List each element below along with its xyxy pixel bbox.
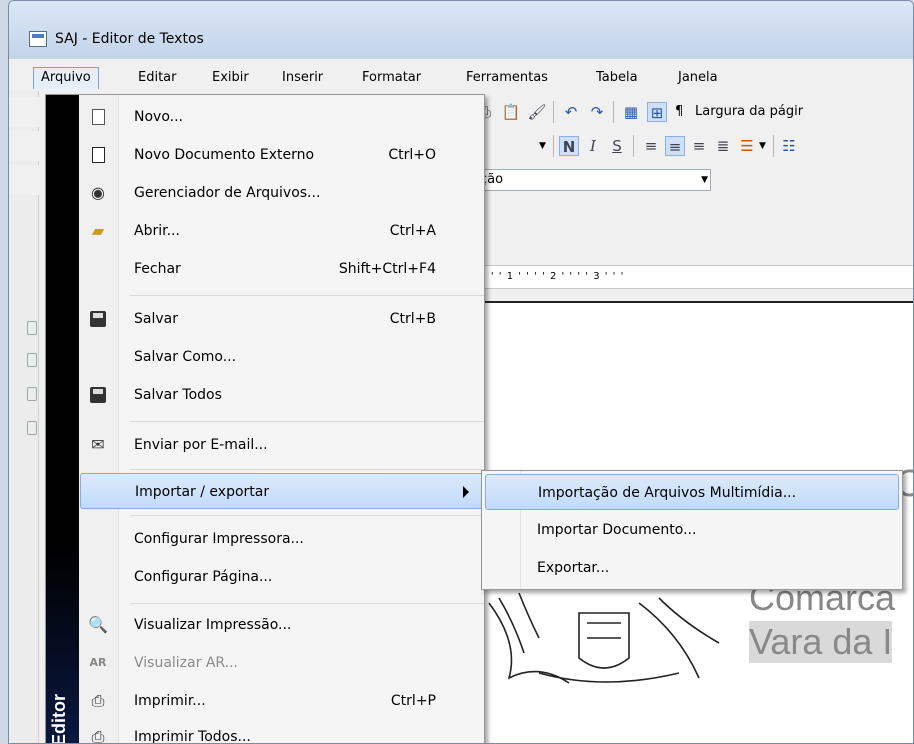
menu-sidebar-banner: Editor (46, 95, 79, 744)
menu-separator (130, 469, 484, 470)
menu-exibir[interactable]: Exibir (205, 67, 256, 89)
save-all-icon (88, 385, 108, 405)
menu-item-imprimir-todos[interactable]: ⎙ Imprimir Todos... (80, 719, 484, 744)
submenu-arrow-icon (463, 486, 469, 498)
menu-item-salvar[interactable]: Salvar Ctrl+B (80, 301, 484, 337)
app-window: SAJ - Editor de Textos Arquivo Editar Ex… (8, 0, 914, 744)
font-size-dropdown-icon[interactable]: ▼ (539, 136, 546, 156)
email-icon: ✉ (91, 435, 105, 454)
printer-icon: ⎙ (91, 691, 105, 710)
menu-item-imprimir[interactable]: ⎙ Imprimir... Ctrl+P (80, 683, 484, 719)
menu-separator (130, 295, 484, 296)
ruler-ticks: ' ' ' ' 1 ' ' ' ' 2 ' ' ' ' 3 ' ' ' (475, 271, 625, 282)
format-painter-icon[interactable]: 🖌 (527, 102, 547, 122)
blank-page-icon (88, 145, 108, 165)
submenu-item-importar-documento[interactable]: Importar Documento... (485, 512, 899, 548)
submenu-item-importacao-multimidia[interactable]: Importação de Arquivos Multimídia... (485, 474, 899, 510)
horizontal-ruler[interactable]: ' ' ' ' 1 ' ' ' ' 2 ' ' ' ' 3 ' ' ' (475, 265, 913, 289)
open-folder-icon: ▰ (91, 221, 105, 240)
ar-icon: AR (89, 656, 107, 669)
title-bar: SAJ - Editor de Textos (9, 1, 913, 59)
bold-button[interactable]: N (559, 136, 579, 156)
redo-icon[interactable]: ↷ (587, 102, 607, 122)
menu-separator (130, 603, 484, 604)
line-spacing-dropdown-icon[interactable]: ▼ (759, 136, 766, 156)
menu-item-abrir[interactable]: ▰ Abrir... Ctrl+A (80, 213, 484, 249)
menu-item-salvar-todos[interactable]: Salvar Todos (80, 377, 484, 413)
italic-button[interactable]: I (583, 136, 603, 156)
line-spacing-icon[interactable]: ☰ (737, 136, 757, 156)
window-title: SAJ - Editor de Textos (55, 31, 204, 47)
menu-item-novo[interactable]: Novo... (80, 99, 484, 135)
menu-item-enviar-por-email[interactable]: ✉ Enviar por E-mail... (80, 427, 484, 463)
menu-ferramentas[interactable]: Ferramentas (459, 67, 555, 89)
submenu-item-exportar[interactable]: Exportar... (485, 550, 899, 586)
bullet-list-icon[interactable]: ☷ (779, 136, 799, 156)
menu-editar[interactable]: Editar (131, 67, 184, 89)
menu-item-novo-documento-externo[interactable]: Novo Documento Externo Ctrl+O (80, 137, 484, 173)
sidebar-label: Editor (49, 694, 69, 744)
style-combo[interactable]: ção ▼ (475, 169, 711, 191)
menu-janela[interactable]: Janela (671, 67, 725, 89)
menu-bar: Arquivo Editar Exibir Inserir Formatar F… (9, 63, 913, 89)
menu-tabela[interactable]: Tabela (589, 67, 645, 89)
strip-marker (27, 421, 37, 435)
coat-of-arms-image (488, 592, 720, 684)
menu-item-salvar-como[interactable]: Salvar Como... (80, 339, 484, 375)
menu-item-visualizar-impressao[interactable]: 🔍 Visualizar Impressão... (80, 607, 484, 643)
binoculars-icon: ◉ (91, 183, 105, 202)
menu-item-visualizar-ar: AR Visualizar AR... (89, 655, 238, 671)
page-width-label[interactable]: Largura da págir (695, 102, 803, 122)
table-icon[interactable]: ▦ (621, 102, 641, 122)
menu-formatar[interactable]: Formatar (355, 67, 428, 89)
pilcrow-icon[interactable]: ¶ (675, 102, 683, 122)
strip-marker (27, 321, 37, 335)
justify-icon[interactable]: ≣ (713, 136, 733, 156)
doc-text-line4: Vara da I (749, 621, 893, 663)
menu-item-importar-exportar[interactable]: Importar / exportar (80, 473, 484, 509)
print-preview-icon: 🔍 (88, 615, 108, 634)
strip-marker (27, 353, 37, 367)
undo-icon[interactable]: ↶ (561, 102, 581, 122)
importar-exportar-submenu: Importação de Arquivos Multimídia... Imp… (481, 470, 903, 590)
app-icon[interactable] (29, 31, 47, 47)
new-document-icon (88, 107, 108, 127)
chevron-down-icon[interactable]: ▼ (701, 170, 708, 190)
menu-item-fechar[interactable]: Fechar Shift+Ctrl+F4 (80, 251, 484, 287)
menu-arquivo[interactable]: Arquivo (33, 67, 99, 89)
menu-item-configurar-pagina[interactable]: Configurar Página... (80, 559, 484, 595)
paste-icon[interactable]: 📋 (501, 102, 521, 122)
menu-item-configurar-impressora[interactable]: Configurar Impressora... (80, 521, 484, 557)
print-all-icon: ⎙ (91, 727, 105, 744)
align-left-icon[interactable]: ≡ (641, 136, 661, 156)
grid-toggle-icon[interactable]: ⊞ (647, 102, 667, 122)
arquivo-menu: Editor Novo... Novo Documento Externo Ct… (45, 94, 485, 744)
menu-separator (130, 515, 484, 516)
strip-marker (27, 387, 37, 401)
align-center-icon[interactable]: ≡ (665, 136, 685, 156)
menu-inserir[interactable]: Inserir (275, 67, 330, 89)
align-right-icon[interactable]: ≡ (689, 136, 709, 156)
underline-button[interactable]: S (607, 136, 627, 156)
menu-separator (130, 421, 484, 422)
menu-item-gerenciador-de-arquivos[interactable]: ◉ Gerenciador de Arquivos... (80, 175, 484, 211)
floppy-disk-icon (88, 309, 108, 329)
